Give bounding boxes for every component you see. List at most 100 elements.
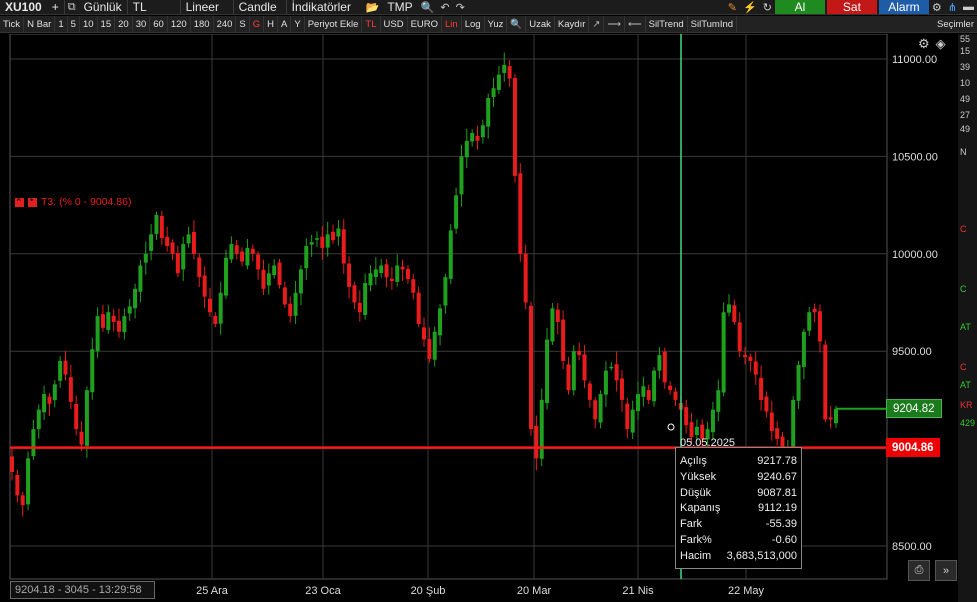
- buy-button[interactable]: Al: [774, 0, 825, 14]
- redo-icon[interactable]: ↷: [453, 0, 468, 14]
- candle-body: [197, 257, 202, 278]
- add-symbol-button[interactable]: +: [47, 0, 64, 14]
- currency-tl[interactable]: TL: [362, 16, 381, 32]
- panel-value: 39: [960, 62, 971, 72]
- remove-indicator-icon[interactable]: [15, 194, 24, 207]
- period-h[interactable]: H: [264, 16, 279, 32]
- delete-trend-button[interactable]: SilTrend: [646, 16, 688, 32]
- zoom-icon[interactable]: 🔍: [507, 16, 527, 32]
- candle-body: [10, 456, 14, 472]
- currency-usd[interactable]: USD: [381, 16, 408, 32]
- period-nbar[interactable]: N Bar: [24, 16, 56, 32]
- symbol-selector[interactable]: XU100: [0, 0, 47, 14]
- gear-icon[interactable]: ⚙: [929, 0, 945, 14]
- currency-euro[interactable]: EURO: [408, 16, 443, 32]
- candle-body: [694, 426, 699, 436]
- minimize-icon[interactable]: ▬: [960, 0, 977, 14]
- period-180[interactable]: 180: [191, 16, 214, 32]
- pen-icon[interactable]: ✎: [725, 0, 740, 14]
- folder-icon[interactable]: 📂: [363, 0, 383, 14]
- period-tick[interactable]: Tick: [0, 16, 25, 32]
- period-240[interactable]: 240: [214, 16, 237, 32]
- settings-gear-icon[interactable]: ⚙: [918, 36, 930, 52]
- panel-value: 27: [960, 110, 971, 120]
- right-side-panel: 55 10 15 39 10 49 27 49 N C C AT C AT KR…: [958, 34, 977, 602]
- sync-icon[interactable]: ↻: [760, 0, 775, 14]
- candle-body: [405, 268, 410, 280]
- template-button[interactable]: TMP: [382, 0, 417, 14]
- delete-all-indicators-button[interactable]: SilTumInd: [688, 16, 738, 32]
- candle-body: [256, 254, 261, 270]
- period-s[interactable]: S: [236, 16, 250, 32]
- indicators-menu[interactable]: İndikatörler: [287, 0, 363, 14]
- candle-body: [555, 309, 560, 322]
- period-10[interactable]: 10: [80, 16, 98, 32]
- indicator-settings-icon[interactable]: [28, 195, 37, 207]
- scale-log[interactable]: Log: [462, 16, 485, 32]
- candle-body: [293, 292, 298, 316]
- sell-button[interactable]: Sat: [826, 0, 877, 14]
- external-link-icon[interactable]: ⧉: [65, 0, 79, 14]
- scale-dropdown[interactable]: Lineer: [181, 0, 233, 14]
- x-tick-label: 21 Nis: [622, 585, 654, 597]
- period-5[interactable]: 5: [68, 16, 80, 32]
- tooltip-row: Hacim 3,683,513,000: [680, 549, 797, 565]
- expand-icon[interactable]: »: [935, 560, 957, 581]
- candle-body: [384, 264, 389, 278]
- period-15[interactable]: 15: [98, 16, 116, 32]
- zoom-out-button[interactable]: Uzak: [526, 16, 555, 32]
- layers-icon[interactable]: ◈: [936, 36, 946, 52]
- arrow-left-icon[interactable]: ⟵: [625, 16, 646, 32]
- period-120[interactable]: 120: [168, 16, 191, 32]
- candle-body: [261, 269, 266, 289]
- candle-body: [550, 308, 555, 342]
- toolbar-spacer: [468, 0, 725, 14]
- candle-body: [213, 315, 218, 324]
- candle-body: [373, 269, 378, 278]
- share-icon[interactable]: ⋔: [945, 0, 960, 14]
- chart-type-dropdown[interactable]: Candle: [234, 0, 286, 14]
- period-30[interactable]: 30: [133, 16, 151, 32]
- scroll-button[interactable]: Kaydır: [555, 16, 590, 32]
- candle-body: [15, 474, 20, 496]
- panel-value: KR: [960, 400, 973, 410]
- period-dropdown[interactable]: Günlük: [79, 0, 127, 14]
- lightning-icon[interactable]: ⚡: [740, 0, 760, 14]
- t3-indicator-label[interactable]: T3: (% 0 - 9004.86): [15, 194, 131, 208]
- period-g[interactable]: G: [250, 16, 265, 32]
- candle-body: [598, 394, 603, 423]
- chart-canvas[interactable]: 8500.00 9500.00 10000.00 10500.00 11000.00 25…: [0, 34, 958, 602]
- period-20[interactable]: 20: [115, 16, 133, 32]
- candle-body: [710, 409, 715, 433]
- candle-tooltip: 05.05.2025 Açılış 9217.78 Yüksek 9240.67 D…: [675, 437, 802, 569]
- screenshot-icon[interactable]: ⎙: [908, 560, 930, 581]
- add-period-button[interactable]: Periyot Ekle: [305, 16, 363, 32]
- period-a[interactable]: A: [278, 16, 292, 32]
- candle-body: [100, 314, 105, 328]
- candle-body: [571, 351, 576, 391]
- candle-body: [609, 366, 614, 369]
- scale-percent[interactable]: Yuz: [485, 16, 508, 32]
- candle-body: [507, 66, 512, 79]
- selections-button[interactable]: Seçimler: [934, 16, 977, 32]
- candle-body: [432, 331, 437, 360]
- candle-body: [325, 234, 330, 248]
- candle-body: [443, 277, 448, 306]
- trendline-icon[interactable]: ↗: [589, 16, 605, 32]
- period-60[interactable]: 60: [150, 16, 168, 32]
- candle-body: [106, 312, 111, 330]
- alarm-button[interactable]: Alarm: [878, 0, 929, 14]
- currency-dropdown[interactable]: TL: [128, 0, 180, 14]
- period-y[interactable]: Y: [291, 16, 305, 32]
- scale-lin[interactable]: Lin: [442, 16, 462, 32]
- candle-body: [186, 234, 191, 244]
- search-icon[interactable]: 🔍: [418, 0, 438, 14]
- price-chart[interactable]: 8500.00 9500.00 10000.00 10500.00 11000.00 25…: [0, 34, 958, 602]
- main-toolbar: XU100 + ⧉ Günlük TL Lineer Candle İndika…: [0, 0, 977, 15]
- candle-body: [801, 331, 806, 367]
- candle-body: [111, 315, 116, 322]
- undo-icon[interactable]: ↶: [437, 0, 452, 14]
- period-1[interactable]: 1: [55, 16, 68, 32]
- panel-value: AT: [960, 380, 971, 390]
- arrow-right-icon[interactable]: ⟶: [604, 16, 625, 32]
